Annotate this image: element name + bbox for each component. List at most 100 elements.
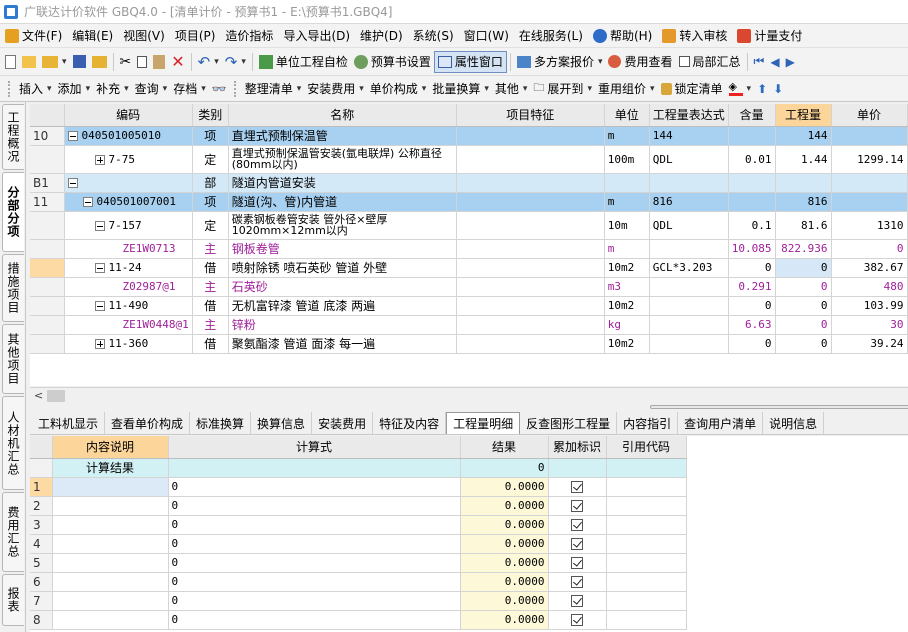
pane-splitter[interactable] <box>30 403 908 411</box>
unit-price-cell[interactable]: 103.99 <box>831 296 908 316</box>
menu-view[interactable]: 视图(V) <box>118 24 170 48</box>
feature-cell[interactable] <box>456 126 605 146</box>
formula-cell[interactable]: 0 <box>168 610 461 630</box>
accumulate-cell[interactable] <box>548 496 607 516</box>
collapse-icon[interactable] <box>67 131 78 141</box>
col-header-quantity[interactable]: 工程量 <box>775 104 832 127</box>
feature-cell[interactable] <box>456 296 605 316</box>
insert-button[interactable]: 插入 <box>16 78 55 100</box>
unit-price-cell[interactable] <box>831 126 908 146</box>
col-header-type[interactable]: 类别 <box>192 104 229 127</box>
unit-cell[interactable] <box>604 173 650 193</box>
name-cell[interactable]: 隧道(沟、管)内管道 <box>228 192 457 212</box>
ref-code-cell[interactable] <box>606 477 687 497</box>
quantity-cell[interactable]: 81.6 <box>775 211 832 240</box>
menu-import-export[interactable]: 导入导出(D) <box>278 24 355 48</box>
new-template-button[interactable] <box>19 51 39 73</box>
self-check-button[interactable]: 单位工程自检 <box>256 51 351 73</box>
menu-file[interactable]: 文件(F) <box>0 24 67 48</box>
ref-code-cell[interactable] <box>606 591 687 611</box>
qty-expr-cell[interactable] <box>649 334 729 354</box>
detail-row[interactable]: 8 0 0.0000 <box>30 610 908 630</box>
side-tab-overview[interactable]: 工程概况 <box>2 104 24 170</box>
table-row[interactable]: 11 040501007001 项 隧道(沟、管)内管道 m 816 816 <box>30 192 908 212</box>
unit-price-cell[interactable]: 480 <box>831 277 908 297</box>
menu-window[interactable]: 窗口(W) <box>459 24 514 48</box>
paste-button[interactable] <box>150 51 168 73</box>
undo-button[interactable]: ↶ <box>195 51 222 73</box>
content-cell[interactable] <box>728 173 776 193</box>
ref-code-cell[interactable] <box>606 610 687 630</box>
supplement-button[interactable]: 补充 <box>93 78 132 100</box>
reuse-group-button[interactable]: 重用组价 <box>595 78 658 100</box>
col-header-ref-code[interactable]: 引用代码 <box>606 436 687 459</box>
code-cell[interactable]: 040501007001 <box>64 192 193 212</box>
prev-record-button[interactable]: ◀ <box>767 51 782 73</box>
type-cell[interactable]: 主 <box>192 315 229 335</box>
add-button[interactable]: 添加 <box>55 78 94 100</box>
content-cell[interactable]: 0 <box>728 296 776 316</box>
accumulate-cell[interactable] <box>548 572 607 592</box>
side-tab-fee-summary[interactable]: 费用汇总 <box>2 492 24 572</box>
detail-row[interactable]: 7 0 0.0000 <box>30 591 908 611</box>
first-record-button[interactable]: ⏮ <box>751 51 768 73</box>
detail-row[interactable]: 6 0 0.0000 <box>30 572 908 592</box>
detail-row[interactable]: 5 0 0.0000 <box>30 553 908 573</box>
ref-code-cell[interactable] <box>606 572 687 592</box>
table-row[interactable]: 7-157 定 碳素钢板卷管安装 管外径×壁厚 1020mm×12mm以内 10… <box>30 211 908 240</box>
collapse-icon[interactable] <box>67 178 78 188</box>
feature-cell[interactable] <box>456 145 605 174</box>
expand-icon[interactable] <box>94 154 105 165</box>
table-row[interactable]: Z02987@1 主 石英砂 m3 0.291 0 480 <box>30 277 908 297</box>
name-cell[interactable]: 聚氨酯漆 管道 面漆 每一遍 <box>228 334 457 354</box>
content-cell[interactable]: 0 <box>728 258 776 278</box>
formula-cell[interactable]: 0 <box>168 515 461 535</box>
quantity-cell[interactable]: 0 <box>775 277 832 297</box>
formula-cell[interactable]: 0 <box>168 477 461 497</box>
unit-cell[interactable]: 10m <box>604 211 650 240</box>
multi-quote-button[interactable]: 多方案报价 <box>514 51 606 73</box>
qty-expr-cell[interactable] <box>649 239 729 259</box>
qty-expr-cell[interactable] <box>649 277 729 297</box>
content-desc-cell[interactable] <box>52 477 169 497</box>
side-tab-measures[interactable]: 措施项目 <box>2 254 24 322</box>
checkbox-checked-icon[interactable] <box>571 481 583 493</box>
unit-price-cell[interactable] <box>831 192 908 212</box>
feature-cell[interactable] <box>456 192 605 212</box>
checkbox-checked-icon[interactable] <box>571 538 583 550</box>
ref-code-cell[interactable] <box>606 515 687 535</box>
archive-button[interactable]: 存档 <box>170 78 209 100</box>
partial-summary-checkbox[interactable]: 局部汇总 <box>676 51 744 73</box>
code-cell[interactable]: 7-75 <box>64 145 193 174</box>
tab-content-guide[interactable]: 内容指引 <box>617 412 679 434</box>
code-cell[interactable]: 11-24 <box>64 258 193 278</box>
checkbox-checked-icon[interactable] <box>571 557 583 569</box>
new-file-button[interactable] <box>2 51 19 73</box>
unit-cell[interactable]: 100m <box>604 145 650 174</box>
fill-color-button[interactable]: ◈ <box>726 78 755 100</box>
unit-price-cell[interactable]: 0 <box>831 239 908 259</box>
col-header-accumulate[interactable]: 累加标识 <box>548 436 607 459</box>
type-cell[interactable]: 项 <box>192 192 229 212</box>
name-cell[interactable]: 直埋式预制保温管 <box>228 126 457 146</box>
checkbox-checked-icon[interactable] <box>571 595 583 607</box>
checkbox-checked-icon[interactable] <box>571 576 583 588</box>
formula-cell[interactable]: 0 <box>168 496 461 516</box>
table-row[interactable]: 7-75 定 直埋式预制保温管安装(氩电联焊) 公称直径(80mm以内) 100… <box>30 145 908 174</box>
detail-row[interactable]: 3 0 0.0000 <box>30 515 908 535</box>
table-row[interactable]: 11-24 借 喷射除锈 喷石英砂 管道 外壁 10m2 GCL*3.203 0… <box>30 258 908 278</box>
name-cell[interactable]: 无机富锌漆 管道 底漆 两遍 <box>228 296 457 316</box>
unit-price-cell[interactable]: 39.24 <box>831 334 908 354</box>
feature-cell[interactable] <box>456 211 605 240</box>
open-button[interactable] <box>39 51 70 73</box>
quantity-cell[interactable]: 0 <box>775 334 832 354</box>
tab-labor-material-display[interactable]: 工料机显示 <box>32 412 106 434</box>
content-desc-cell[interactable] <box>52 496 169 516</box>
feature-cell[interactable] <box>456 239 605 259</box>
feature-cell[interactable] <box>456 334 605 354</box>
code-cell[interactable] <box>64 173 193 193</box>
content-cell[interactable]: 0.291 <box>728 277 776 297</box>
formula-cell[interactable]: 0 <box>168 591 461 611</box>
unit-price-cell[interactable]: 1299.14 <box>831 145 908 174</box>
code-cell[interactable]: 11-490 <box>64 296 193 316</box>
